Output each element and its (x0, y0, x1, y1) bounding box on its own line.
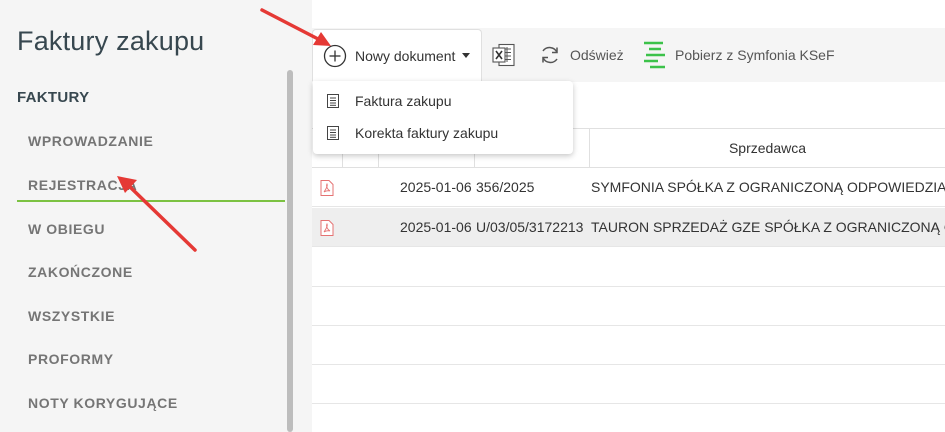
table-row[interactable]: 2025-01-06 U/03/05/3172213 TAURON SPRZED… (312, 208, 945, 247)
refresh-icon (542, 46, 558, 64)
new-document-label: Nowy dokument (355, 47, 456, 64)
column-header-sprzedawca[interactable]: Sprzedawca (589, 129, 945, 168)
new-document-button[interactable]: Nowy dokument (312, 29, 482, 81)
excel-icon (492, 43, 515, 67)
sidebar-item-zakonczone[interactable]: ZAKOŃCZONE (17, 255, 285, 289)
menu-item-label: Korekta faktury zakupu (355, 125, 499, 141)
pdf-icon[interactable] (320, 220, 334, 236)
sidebar-item-noty-korygujace[interactable]: NOTY KORYGUJĄCE (17, 386, 285, 420)
invoice-seller: TAURON SPRZEDAŻ GZE SPÓŁKA Z OGRANICZONĄ… (591, 219, 945, 235)
refresh-button[interactable]: Odśwież (538, 40, 624, 70)
sidebar-item-proformy[interactable]: PROFORMY (17, 342, 285, 376)
menu-item-korekta-faktury-zakupu[interactable]: Korekta faktury zakupu (313, 117, 573, 149)
table-row-empty (312, 248, 945, 287)
sidebar-item-wszystkie[interactable]: WSZYSTKIE (17, 299, 285, 333)
refresh-label: Odśwież (570, 47, 624, 63)
document-icon (327, 94, 339, 108)
document-icon (327, 126, 339, 140)
add-circle-icon (323, 44, 347, 67)
invoice-seller: SYMFONIA SPÓŁKA Z OGRANICZONĄ ODPOWIEDZI… (591, 179, 945, 195)
invoice-date: 2025-01-06 (400, 219, 472, 235)
table-row[interactable]: 2025-01-06 356/2025 SYMFONIA SPÓŁKA Z OG… (312, 168, 945, 207)
table-row-empty (312, 365, 945, 404)
invoice-number: 356/2025 (476, 179, 535, 195)
sidebar-item-rejestracja[interactable]: REJESTRACJA (17, 168, 285, 202)
invoice-date: 2025-01-06 (400, 179, 472, 195)
invoice-number: U/03/05/3172213 (476, 219, 584, 235)
menu-item-label: Faktura zakupu (355, 93, 452, 109)
ksef-label: Pobierz z Symfonia KSeF (675, 47, 835, 63)
ksef-icon (644, 41, 665, 69)
table-row-empty (312, 326, 945, 365)
sidebar-item-wprowadzanie[interactable]: WPROWADZANIE (17, 124, 285, 158)
caret-down-icon (462, 53, 471, 58)
page-title: Faktury zakupu (17, 26, 205, 56)
sidebar-item-w-obiegu[interactable]: W OBIEGU (17, 212, 285, 246)
export-excel-button[interactable] (490, 40, 520, 70)
pdf-icon[interactable] (320, 180, 334, 196)
download-ksef-button[interactable]: Pobierz z Symfonia KSeF (641, 40, 835, 70)
sidebar-scrollbar[interactable] (287, 70, 293, 432)
new-document-dropdown: Faktura zakupu Korekta faktury zakupu (313, 81, 573, 154)
table-row-empty (312, 287, 945, 326)
sidebar: Faktury zakupu FAKTURY WPROWADZANIE REJE… (0, 0, 296, 432)
sidebar-section-title: FAKTURY (17, 89, 90, 106)
menu-item-faktura-zakupu[interactable]: Faktura zakupu (313, 85, 573, 117)
